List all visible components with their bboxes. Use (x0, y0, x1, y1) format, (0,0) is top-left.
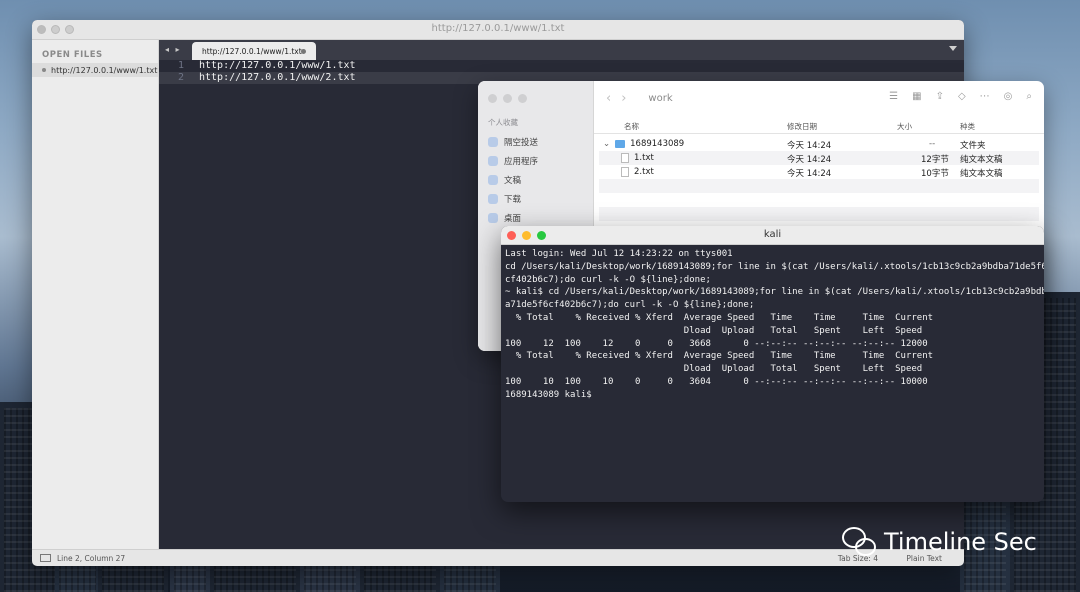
disclosure-chevron-icon[interactable]: ⌄ (603, 139, 610, 149)
terminal-line: Dload Upload Total Spent Left Speed (505, 325, 923, 336)
folder-icon (615, 140, 626, 148)
terminal-line: ~ kali$ cd /Users/kali/Desktop/work/1689… (505, 287, 1044, 298)
row-size: -- (929, 139, 936, 149)
column-size[interactable]: 大小 (897, 121, 912, 132)
tab-menu-chevron-icon[interactable] (949, 46, 957, 51)
code-line[interactable]: 1 http://127.0.0.1/www/1.txt (159, 60, 964, 72)
editor-sidebar: OPEN FILES http://127.0.0.1/www/1.txt (32, 40, 159, 550)
row-size: 10字节 (921, 169, 949, 179)
line-text: http://127.0.0.1/www/1.txt (199, 60, 356, 71)
list-view-icon[interactable]: ☰ (889, 91, 898, 102)
terminal-line: cf402b6c7);do curl -k -O ${line};done; (505, 274, 711, 285)
airdrop-icon (488, 136, 498, 147)
minimize-button[interactable] (503, 94, 512, 103)
finder-toolbar: ‹› work ☰ ▦ ⇪ ◇ ⋯ ◎ ⌕ (594, 81, 1044, 115)
open-file-item[interactable]: http://127.0.0.1/www/1.txt (32, 63, 158, 77)
row-kind: 纯文本文稿 (960, 169, 1003, 179)
file-row[interactable]: 1.txt 今天 14:24 12字节 纯文本文稿 (599, 151, 1039, 165)
line-text: http://127.0.0.1/www/2.txt (199, 72, 356, 83)
text-file-icon (621, 167, 629, 177)
cursor-position: Line 2, Column 27 (57, 553, 126, 563)
share-icon[interactable]: ⇪ (936, 91, 944, 102)
empty-row (599, 179, 1039, 193)
terminal-line: a71de5f6cf402b6c7);do curl -k -O ${line}… (505, 300, 755, 311)
editor-tab-bar: ◂ ▸ http://127.0.0.1/www/1.txt (159, 40, 964, 60)
empty-row (599, 207, 1039, 221)
row-modified: 今天 14:24 (787, 155, 832, 165)
terminal-line: Last login: Wed Jul 12 14:23:22 on ttys0… (505, 249, 733, 259)
open-file-label: http://127.0.0.1/www/1.txt (51, 65, 158, 75)
close-button[interactable] (488, 94, 497, 103)
terminal-titlebar[interactable]: kali (501, 226, 1044, 245)
editor-status-bar: Line 2, Column 27 Tab Size: 4 Plain Text (32, 549, 964, 566)
search-icon[interactable]: ⌕ (1026, 91, 1032, 102)
open-files-header: OPEN FILES (42, 50, 103, 60)
finder-file-list: ⌄ 1689143089 今天 14:24 -- 文件夹 1.txt 今天 14:… (594, 137, 1044, 221)
account-icon[interactable]: ◎ (1004, 91, 1013, 102)
text-file-icon (621, 153, 629, 163)
row-modified: 今天 14:24 (787, 169, 832, 179)
wechat-logo-icon (842, 527, 876, 557)
line-number: 1 (177, 60, 184, 71)
zoom-button[interactable] (518, 94, 527, 103)
sidebar-item-airdrop[interactable]: 隔空投送 (488, 132, 538, 151)
finder-title: work (648, 92, 673, 104)
terminal-title: kali (763, 229, 782, 240)
column-name[interactable]: 名称 (624, 121, 639, 132)
terminal-line: cd /Users/kali/Desktop/work/1689143089;f… (505, 261, 1044, 272)
row-modified: 今天 14:24 (787, 141, 832, 151)
terminal-prompt[interactable]: 1689143089 kali$ (505, 389, 1040, 402)
watermark: Timeline Sec (842, 527, 1037, 557)
terminal-line: 100 12 100 12 0 0 3668 0 --:--:-- --:--:… (505, 338, 928, 349)
terminal-window[interactable]: kali Last login: Wed Jul 12 14:23:22 on … (501, 226, 1044, 502)
column-kind[interactable]: 种类 (960, 121, 975, 132)
terminal-line: Dload Upload Total Spent Left Speed (505, 364, 923, 375)
applications-icon (488, 155, 498, 166)
sidebar-item-applications[interactable]: 应用程序 (488, 151, 538, 170)
file-row[interactable]: 2.txt 今天 14:24 10字节 纯文本文稿 (599, 165, 1039, 179)
column-modified[interactable]: 修改日期 (787, 121, 817, 132)
editor-titlebar[interactable]: http://127.0.0.1/www/1.txt (32, 20, 964, 40)
terminal-line: % Total % Received % Xferd Average Speed… (505, 312, 934, 323)
terminal-line: % Total % Received % Xferd Average Speed… (505, 351, 934, 362)
tab-label: http://127.0.0.1/www/1.txt (202, 46, 302, 56)
tab-nav-arrows-icon[interactable]: ◂ ▸ (165, 45, 182, 54)
file-row[interactable]: ⌄ 1689143089 今天 14:24 -- 文件夹 (599, 137, 1039, 151)
panel-toggle-icon[interactable] (40, 554, 51, 562)
row-kind: 文件夹 (960, 141, 986, 151)
line-number: 2 (177, 72, 184, 83)
tab-file[interactable]: http://127.0.0.1/www/1.txt (192, 42, 316, 60)
row-size: 12字节 (921, 155, 949, 165)
download-icon (488, 193, 498, 204)
close-file-icon[interactable] (42, 68, 46, 72)
watermark-text: Timeline Sec (884, 528, 1037, 556)
sidebar-item-desktop[interactable]: 桌面 (488, 208, 538, 227)
finder-column-header: 名称 修改日期 大小 种类 (594, 117, 1044, 134)
row-kind: 纯文本文稿 (960, 155, 1003, 165)
editor-window-title: http://127.0.0.1/www/1.txt (431, 23, 565, 34)
sidebar-item-downloads[interactable]: 下载 (488, 189, 538, 208)
terminal-line: 100 10 100 10 0 0 3604 0 --:--:-- --:--:… (505, 376, 928, 387)
more-icon[interactable]: ⋯ (980, 91, 990, 102)
sidebar-item-documents[interactable]: 文稿 (488, 170, 538, 189)
favorites-header: 个人收藏 (488, 118, 518, 127)
terminal-output[interactable]: Last login: Wed Jul 12 14:23:22 on ttys0… (501, 245, 1044, 405)
unsaved-dot-icon[interactable] (301, 49, 306, 54)
back-forward-icon[interactable]: ‹› (606, 91, 636, 106)
desktop-icon (488, 212, 498, 223)
tag-icon[interactable]: ◇ (958, 91, 966, 102)
document-icon (488, 174, 498, 185)
grid-view-icon[interactable]: ▦ (912, 91, 921, 102)
